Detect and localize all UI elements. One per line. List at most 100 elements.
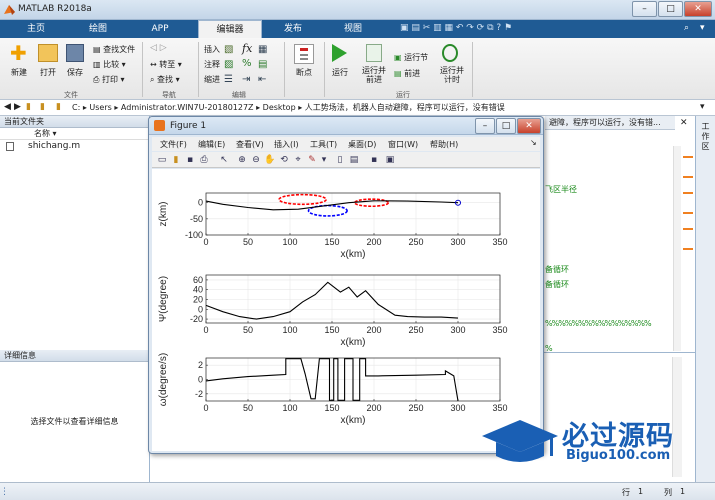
figure-maximize-button[interactable]: □ <box>496 118 516 134</box>
folder-up-icon[interactable]: ▮ <box>26 102 31 112</box>
find-files-button[interactable]: ▤ 查找文件 <box>93 44 135 55</box>
brush-dropdown-icon[interactable]: ▾ <box>318 154 330 166</box>
menu-view[interactable]: 查看(V) <box>236 139 264 150</box>
comment-toggle-icon[interactable]: ▨ <box>224 59 233 70</box>
figure-title-bar[interactable]: Figure 1 – □ ✕ <box>149 117 543 135</box>
insert-button[interactable]: 插入 <box>204 44 220 55</box>
warning-marker[interactable] <box>683 176 693 178</box>
find-button[interactable]: ⌕ 查找 ▾ <box>150 74 180 85</box>
editor-close-icon[interactable]: ✕ <box>680 118 688 128</box>
brush-icon[interactable]: ✎ <box>306 154 318 166</box>
path-segment[interactable]: C: <box>72 103 80 112</box>
zoom-in-icon[interactable]: ⊕ <box>236 154 248 166</box>
editor-tab[interactable]: 避障，程序可以运行，没有错... <box>545 116 675 130</box>
breakpoints-icon[interactable] <box>294 44 314 64</box>
save-icon[interactable] <box>66 44 84 62</box>
path-segment[interactable]: 人工势场法，机器人自动避障，程序可以运行，没有错误 <box>305 103 505 112</box>
quick-access-toolbar[interactable]: ▣ ▤ ✂ ▥ ▦ ↶ ↷ ⟳ ⧉ ? ⚑ <box>400 23 540 35</box>
print-figure-icon[interactable]: ⎙ <box>198 154 210 166</box>
list-item[interactable]: shichang.m <box>0 140 149 153</box>
run-icon[interactable] <box>332 44 347 62</box>
name-column-header[interactable]: 名称 ▾ <box>0 128 149 140</box>
open-file-icon[interactable]: ▮ <box>170 154 182 166</box>
status-menu-icon[interactable]: ⋮ <box>0 487 9 497</box>
path-dropdown-icon[interactable]: ▾ <box>700 102 705 112</box>
path-segment[interactable]: Administrator.WIN7U-20180127Z <box>121 103 254 112</box>
workspace-label[interactable]: 工作区 <box>701 122 711 152</box>
comment-button[interactable]: 注释 <box>204 59 220 70</box>
new-figure-icon[interactable]: ▭ <box>156 154 168 166</box>
browse-folder-icon[interactable]: ▮ <box>40 102 45 112</box>
new-icon[interactable]: ✚ <box>10 43 32 65</box>
new-button-label[interactable]: 新建 <box>11 67 27 78</box>
save-button-label[interactable]: 保存 <box>67 67 83 78</box>
code-line[interactable]: 飞区半径 <box>545 184 577 195</box>
editor-scrollbar[interactable] <box>673 146 681 351</box>
smart-indent-icon[interactable]: ☰ <box>224 74 233 85</box>
code-line[interactable]: 备循环 <box>545 264 569 275</box>
breakpoints-button-label[interactable]: 断点 <box>296 67 312 78</box>
hide-tools-icon[interactable]: ▪ <box>368 154 380 166</box>
fx-button[interactable]: fx <box>242 42 252 55</box>
run-section-button[interactable]: ▣ 运行节 <box>394 52 428 63</box>
open-button-label[interactable]: 打开 <box>40 67 56 78</box>
menu-desktop[interactable]: 桌面(D) <box>348 139 376 150</box>
code-line[interactable]: %%%%%%%%%%%%%%%% <box>545 319 652 328</box>
figure-close-button[interactable]: ✕ <box>517 118 541 134</box>
figure-minimize-button[interactable]: – <box>475 118 495 134</box>
run-and-advance-icon[interactable] <box>366 44 382 62</box>
run-button-label[interactable]: 运行 <box>332 67 348 78</box>
percent-comment-button[interactable]: % <box>242 58 252 69</box>
run-time-button-label[interactable]: 运行并 计时 <box>440 66 464 84</box>
menu-insert[interactable]: 插入(I) <box>274 139 299 150</box>
menu-file[interactable]: 文件(F) <box>160 139 187 150</box>
menu-edit[interactable]: 编辑(E) <box>198 139 225 150</box>
edit-plot-arrow-icon[interactable]: ↖ <box>218 154 230 166</box>
menu-dock-icon[interactable]: ↘ <box>530 138 537 147</box>
menu-tools[interactable]: 工具(T) <box>310 139 337 150</box>
save-figure-icon[interactable]: ▪ <box>184 154 196 166</box>
wrap-comment-icon[interactable]: ▤ <box>258 59 267 70</box>
code-line[interactable]: 备循环 <box>545 279 569 290</box>
nav-arrows-icon[interactable]: ◁ ▷ <box>150 43 180 53</box>
link-plot-icon[interactable]: ▯ <box>334 154 346 166</box>
close-button[interactable]: ✕ <box>684 1 712 17</box>
run-and-time-icon[interactable] <box>442 44 458 62</box>
menu-window[interactable]: 窗口(W) <box>388 139 418 150</box>
increase-indent-icon[interactable]: ⇥ <box>242 74 250 85</box>
warning-marker[interactable] <box>683 192 693 194</box>
collapse-ribbon-icon[interactable]: ▾ <box>700 23 712 35</box>
path-segment[interactable]: Users <box>89 103 111 112</box>
open-folder-icon[interactable] <box>38 44 58 62</box>
folder-icon[interactable]: ▮ <box>56 102 61 112</box>
insert-grid-icon[interactable]: ▦ <box>258 44 267 55</box>
advance-button[interactable]: ▤ 前进 <box>394 68 420 79</box>
tab-home[interactable]: 主页 <box>12 20 60 38</box>
indent-button[interactable]: 缩进 <box>204 74 220 85</box>
goto-button[interactable]: ↔ 转至 ▾ <box>150 59 182 70</box>
menu-help[interactable]: 帮助(H) <box>430 139 458 150</box>
tab-apps[interactable]: APP <box>136 20 184 38</box>
compare-button[interactable]: ▥ 比较 ▾ <box>93 59 126 70</box>
show-tools-icon[interactable]: ▣ <box>384 154 396 166</box>
maximize-button[interactable]: □ <box>658 1 683 17</box>
decrease-indent-icon[interactable]: ⇤ <box>258 74 266 85</box>
path-breadcrumb[interactable]: C: ▸ Users ▸ Administrator.WIN7U-2018012… <box>72 102 692 114</box>
tab-plots[interactable]: 绘图 <box>74 20 122 38</box>
minimize-button[interactable]: – <box>632 1 657 17</box>
warning-marker[interactable] <box>683 248 693 250</box>
forward-arrow-icon[interactable]: ▶ <box>14 102 21 112</box>
zoom-out-icon[interactable]: ⊖ <box>250 154 262 166</box>
tab-view[interactable]: 视图 <box>326 20 380 38</box>
run-advance-button-label[interactable]: 运行并 前进 <box>362 66 386 84</box>
legend-icon[interactable]: ▤ <box>348 154 360 166</box>
insert-section-icon[interactable]: ▧ <box>224 44 233 55</box>
warning-marker[interactable] <box>683 156 693 158</box>
warning-marker[interactable] <box>683 228 693 230</box>
warning-marker[interactable] <box>683 212 693 214</box>
pan-hand-icon[interactable]: ✋ <box>264 154 276 166</box>
rotate-3d-icon[interactable]: ⟲ <box>278 154 290 166</box>
path-segment[interactable]: Desktop <box>263 103 296 112</box>
data-cursor-icon[interactable]: ⌖ <box>292 154 304 166</box>
back-arrow-icon[interactable]: ◀ <box>4 102 11 112</box>
